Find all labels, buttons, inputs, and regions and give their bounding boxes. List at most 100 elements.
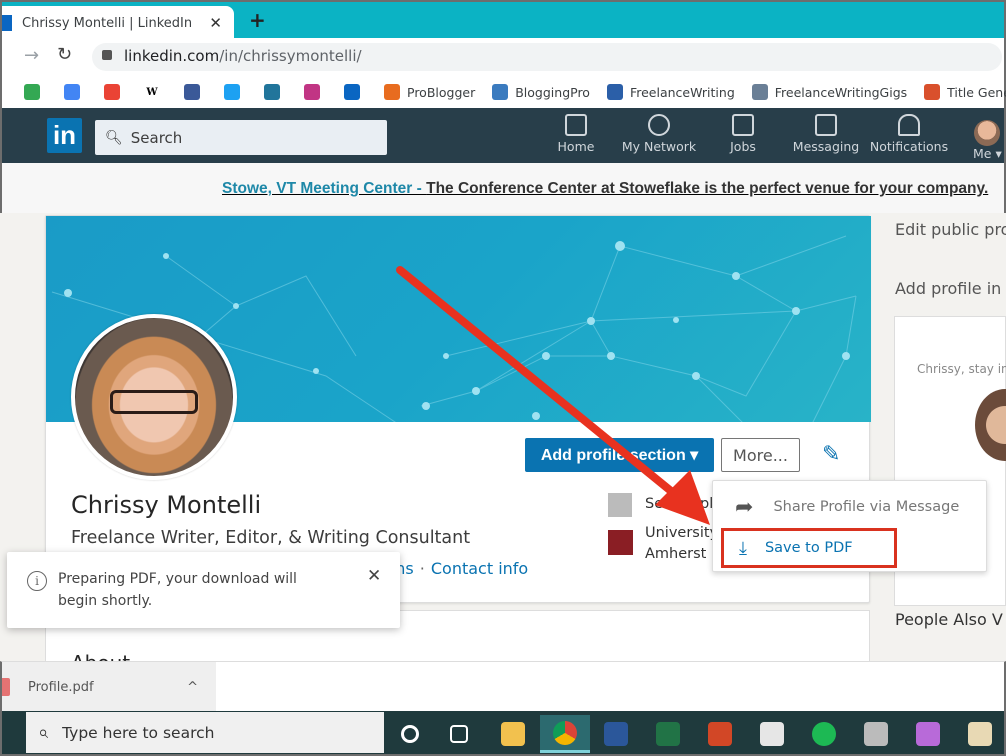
browser-tab[interactable]: Chrissy Montelli | LinkedIn ✕ xyxy=(2,6,234,40)
edit-public-profile-link[interactable]: Edit public pro xyxy=(895,220,1006,239)
edit-pencil-icon[interactable]: ✎ xyxy=(822,442,840,467)
bookmark-wikipedia[interactable]: W xyxy=(144,84,167,100)
bookmark-google-translate[interactable] xyxy=(64,84,87,100)
download-filename[interactable]: Profile.pdf xyxy=(28,680,187,695)
ad-text[interactable]: Stowe, VT Meeting Center - The Conferenc… xyxy=(222,180,988,198)
save-to-pdf-menu-item[interactable]: ⤓ Save to PDF xyxy=(721,528,897,568)
bookmark-facebook[interactable] xyxy=(184,84,207,100)
education[interactable]: University Amherst xyxy=(645,523,718,565)
taskbar-search-input[interactable]: ⌕ Type here to search xyxy=(26,712,384,753)
sidebar-ad-avatar xyxy=(975,389,1006,461)
profile-photo-detail xyxy=(110,390,198,414)
taskbar-maps[interactable] xyxy=(903,715,953,753)
address-toolbar: → ↻ linkedin.com/in/chrissymontelli/ xyxy=(0,38,1006,76)
ad-description[interactable]: The Conference Center at Stoweflake is t… xyxy=(426,180,988,197)
downloads-bar: Profile.pdf ^ xyxy=(0,661,1006,712)
sidebar-ad-text: Chrissy, stay info xyxy=(917,362,1006,376)
lock-icon xyxy=(102,50,112,60)
calculator-icon xyxy=(760,722,784,746)
taskbar-cortana[interactable] xyxy=(385,715,435,753)
problogger-icon xyxy=(384,84,400,100)
instagram-icon xyxy=(304,84,320,100)
me-avatar[interactable] xyxy=(974,120,1000,146)
profile-name: Chrissy Montelli xyxy=(71,491,262,519)
download-item[interactable]: Profile.pdf ^ xyxy=(2,662,216,712)
excel-icon xyxy=(656,722,680,746)
bookmark-wordpress[interactable] xyxy=(264,84,287,100)
url-host: linkedin.com xyxy=(124,47,220,65)
taskbar-powerpoint[interactable] xyxy=(695,715,745,753)
pdf-file-icon xyxy=(2,678,10,696)
taskbar-word[interactable] xyxy=(591,715,641,753)
bookmarks-bar: W ProBlogger BloggingPro FreelanceWriting Fr… xyxy=(0,76,1006,108)
google-translate-icon xyxy=(64,84,80,100)
bookmark-twitter[interactable] xyxy=(224,84,247,100)
app-icon xyxy=(864,722,888,746)
save-to-pdf-label: Save to PDF xyxy=(764,540,853,556)
home-icon xyxy=(565,114,587,136)
toast-close-button[interactable]: ✕ xyxy=(367,566,381,586)
taskbar-excel[interactable] xyxy=(643,715,693,753)
bookmark-instagram[interactable] xyxy=(304,84,327,100)
profile-photo[interactable] xyxy=(71,314,237,480)
contact-info-link[interactable]: Contact info xyxy=(431,559,528,578)
facebook-icon xyxy=(184,84,200,100)
linkedin-icon xyxy=(344,84,360,100)
freelancewritinggigs-icon xyxy=(751,84,768,100)
taskbar-chrome[interactable] xyxy=(540,715,590,753)
reload-button[interactable]: ↻ xyxy=(57,44,72,65)
nav-messaging[interactable]: Messaging xyxy=(786,114,866,154)
people-also-viewed-heading: People Also V xyxy=(895,610,1003,629)
preparing-pdf-toast: i Preparing PDF, your download will begi… xyxy=(7,552,400,628)
more-button[interactable]: More... xyxy=(721,438,800,472)
bookmark-freelancewritinggigs[interactable]: FreelanceWritingGigs xyxy=(751,84,907,100)
freelancewriting-icon xyxy=(606,84,623,100)
nav-jobs[interactable]: Jobs xyxy=(703,114,783,154)
bookmark-google-drive[interactable] xyxy=(24,84,47,100)
taskbar-app[interactable] xyxy=(851,715,901,753)
bookmark-title-generator[interactable]: Title Generator xyxy=(924,84,1006,100)
new-tab-button[interactable]: + xyxy=(249,8,266,32)
nav-home[interactable]: Home xyxy=(536,114,616,154)
add-profile-section-button[interactable]: Add profile section ▾ xyxy=(525,438,714,472)
profile-headline: Freelance Writer, Editor, & Writing Cons… xyxy=(71,528,471,548)
add-profile-language-link[interactable]: Add profile in xyxy=(895,279,1001,298)
nav-my-network[interactable]: My Network xyxy=(619,114,699,154)
linkedin-logo[interactable]: in xyxy=(47,118,82,153)
bookmark-freelancewriting[interactable]: FreelanceWriting xyxy=(606,84,735,100)
linkedin-search-input[interactable]: 🔍︎ Search xyxy=(95,120,387,155)
nav-label: Notifications xyxy=(869,139,949,154)
wordpress-icon xyxy=(264,84,280,100)
taskbar-spotify[interactable] xyxy=(799,715,849,753)
bookmark-problogger[interactable]: ProBlogger xyxy=(384,84,475,100)
me-menu-label[interactable]: Me ▾ xyxy=(973,146,1002,161)
taskbar-task-view[interactable] xyxy=(434,715,484,753)
taskbar-search-placeholder: Type here to search xyxy=(62,723,215,742)
search-placeholder: Search xyxy=(130,128,183,147)
ad-link[interactable]: Stowe, VT Meeting Center - xyxy=(222,180,426,197)
forward-button[interactable]: → xyxy=(24,45,39,66)
tab-close-button[interactable]: ✕ xyxy=(209,14,222,32)
maps-pin-icon xyxy=(916,722,940,746)
company-building-icon xyxy=(608,493,632,517)
bookmark-bloggingpro[interactable]: BloggingPro xyxy=(492,84,590,100)
search-icon: 🔍︎ xyxy=(105,129,123,146)
download-options-chevron[interactable]: ^ xyxy=(187,680,198,695)
taskbar-calculator[interactable] xyxy=(747,715,797,753)
share-profile-label: Share Profile via Message xyxy=(773,499,960,515)
bookmark-label: BloggingPro xyxy=(515,84,590,100)
google-drive-icon xyxy=(24,84,40,100)
taskbar-file-explorer[interactable] xyxy=(488,715,538,753)
tab-title: Chrissy Montelli | LinkedIn xyxy=(22,15,193,31)
bookmark-google-maps[interactable] xyxy=(104,84,127,100)
share-profile-menu-item[interactable]: ➦ Share Profile via Message xyxy=(713,489,988,525)
nav-notifications[interactable]: Notifications xyxy=(869,114,949,154)
taskbar-paint[interactable] xyxy=(955,715,1005,753)
url-bar[interactable]: linkedin.com/in/chrissymontelli/ xyxy=(92,43,1002,71)
browser-tab-strip: Chrissy Montelli | LinkedIn ✕ + xyxy=(0,0,1006,40)
more-dropdown-menu: ➦ Share Profile via Message ⤓ Save to PD… xyxy=(712,480,987,572)
powerpoint-icon xyxy=(708,722,732,746)
bookmark-linkedin[interactable] xyxy=(344,84,367,100)
search-icon: ⌕ xyxy=(38,722,49,743)
nav-label: My Network xyxy=(621,139,697,154)
